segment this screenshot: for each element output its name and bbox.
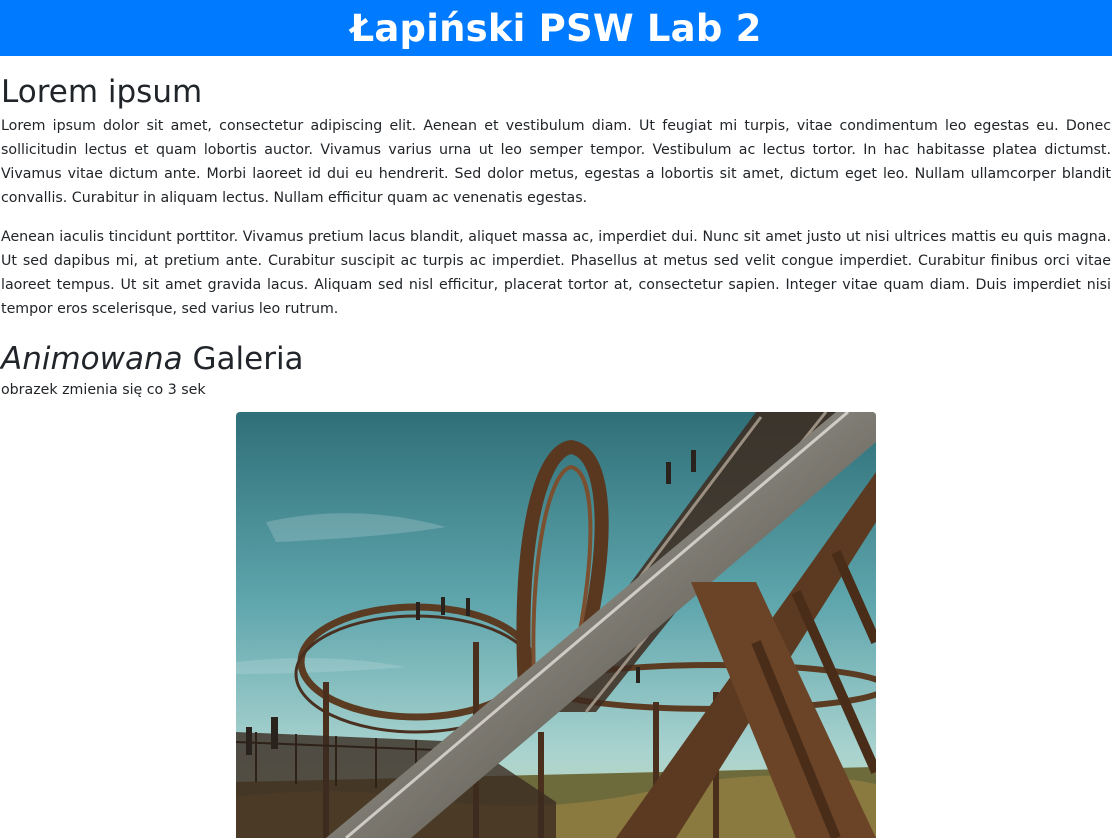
page-header: Łapiński PSW Lab 2 (0, 0, 1112, 56)
gallery-image (236, 412, 876, 838)
gallery-heading-rest: Galeria (192, 341, 304, 378)
main-content: Lorem ipsum Lorem ipsum dolor sit amet, … (0, 74, 1112, 400)
gallery-heading: Animowana Galeria (1, 341, 1111, 378)
roller-coaster-photo (236, 412, 876, 838)
lorem-paragraph-2: Aenean iaculis tincidunt porttitor. Viva… (1, 229, 1111, 318)
lorem-paragraph-1: Lorem ipsum dolor sit amet, consectetur … (1, 118, 1111, 207)
gallery-caption: obrazek zmienia się co 3 sek (1, 382, 206, 399)
gallery-heading-italic: Animowana (1, 341, 183, 378)
page-title: Łapiński PSW Lab 2 (350, 6, 762, 50)
lorem-heading: Lorem ipsum (1, 74, 203, 110)
